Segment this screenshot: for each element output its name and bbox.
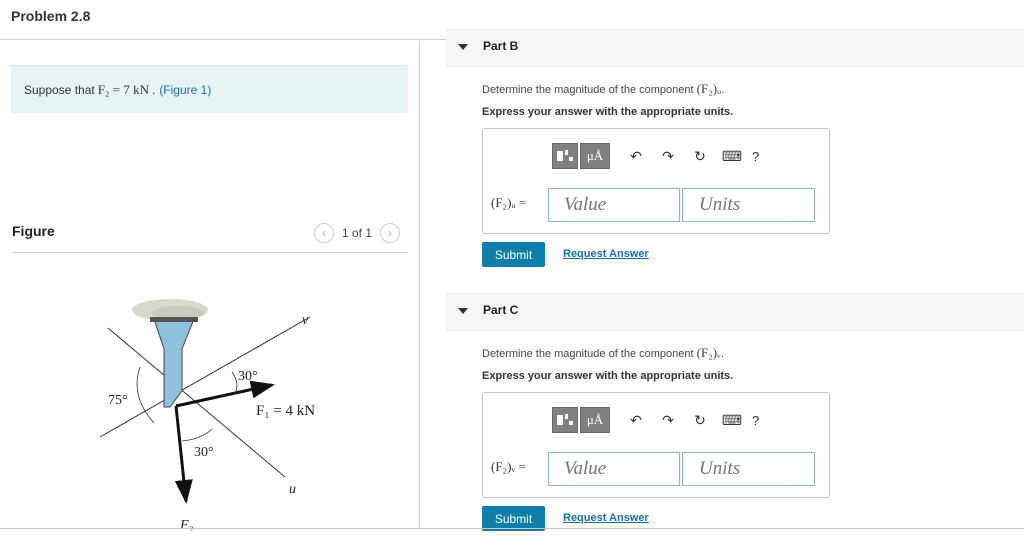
part-c-instruction: Express your answer with the appropriate… [482, 370, 734, 382]
keyboard-icon[interactable]: ⌨ [716, 148, 748, 165]
chevron-right-icon[interactable]: › [380, 223, 401, 243]
part-c-toolbar: μÅ ↶ ↷ ↻ ⌨ ? [552, 407, 759, 433]
statement-prefix: Suppose that [24, 82, 95, 97]
figure-divider [11, 252, 408, 253]
part-c-question: Determine the magnitude of the component… [482, 345, 724, 361]
part-b-field-label: (F₂)ᵤ = [491, 195, 527, 210]
left-panel: Suppose that F₂ = 7 kN . (Figure 1) Figu… [0, 41, 420, 531]
v-axis-line [99, 316, 311, 438]
part-c-header[interactable]: Part C [446, 292, 1024, 332]
part-c-question-math: (F₂)ᵥ [696, 345, 721, 360]
part-c-field-label: (F₂)ᵥ = [491, 459, 526, 474]
help-icon[interactable]: ? [752, 149, 759, 164]
figure-link[interactable]: (Figure 1) [159, 83, 211, 97]
support-bracket [153, 318, 195, 408]
part-b-header[interactable]: Part B [446, 28, 1024, 68]
figure-page-indicator: 1 of 1 [342, 226, 373, 240]
angle-arc-30-top [231, 371, 238, 395]
part-c-units-input[interactable] [682, 452, 815, 486]
caret-down-icon[interactable] [458, 308, 468, 314]
part-b-title: Part B [483, 39, 519, 53]
caret-down-icon[interactable] [458, 44, 468, 50]
part-c-title: Part C [483, 303, 519, 317]
angle-label-30-bottom: 30° [194, 445, 214, 460]
f1-label: F₁ = 4 kN [256, 403, 315, 419]
help-icon[interactable]: ? [752, 413, 759, 428]
force-diagram: v u 75° 30° 30° F₁ = 4 kN F₂ [99, 299, 315, 531]
part-b-request-answer-link[interactable]: Request Answer [563, 248, 649, 260]
mu-angstrom-icon[interactable]: μÅ [580, 143, 610, 169]
problem-statement: Suppose that F₂ = 7 kN . (Figure 1) [11, 65, 408, 113]
templates-icon[interactable] [552, 143, 578, 169]
part-c-value-input[interactable] [548, 452, 680, 486]
part-b-value-input[interactable] [548, 188, 680, 222]
figure-heading: Figure [12, 223, 55, 239]
part-b-question-suffix: . [721, 84, 725, 96]
angle-label-30-top: 30° [238, 369, 258, 384]
bottom-divider [0, 528, 1024, 529]
part-c-question-suffix: . [720, 348, 724, 360]
part-b-answer-box: μÅ ↶ ↷ ↻ ⌨ ? (F₂)ᵤ = [482, 128, 830, 234]
mu-angstrom-icon[interactable]: μÅ [580, 407, 610, 433]
reset-icon[interactable]: ↻ [684, 412, 716, 429]
part-c-answer-box: μÅ ↶ ↷ ↻ ⌨ ? (F₂)ᵥ = [482, 392, 830, 498]
statement-math: F₂ = 7 kN [97, 81, 149, 97]
templates-icon[interactable] [552, 407, 578, 433]
f2-label: F₂ [179, 518, 194, 531]
part-b-question: Determine the magnitude of the component… [482, 81, 724, 97]
chevron-left-icon[interactable]: ‹ [314, 223, 334, 243]
part-c-request-answer-link[interactable]: Request Answer [563, 512, 649, 524]
part-b-question-math: (F₂)ᵤ [696, 81, 722, 96]
part-b-submit-button[interactable]: Submit [482, 242, 545, 267]
u-axis-label: u [289, 482, 296, 497]
support-plate [150, 317, 198, 322]
undo-icon[interactable]: ↶ [620, 412, 652, 429]
part-b-question-text: Determine the magnitude of the component [482, 84, 694, 96]
undo-icon[interactable]: ↶ [620, 148, 652, 165]
reset-icon[interactable]: ↻ [684, 148, 716, 165]
angle-arc-30-bottom [181, 428, 213, 442]
redo-icon[interactable]: ↷ [652, 412, 684, 429]
angle-label-75: 75° [108, 393, 128, 408]
figure-pagination: ‹ 1 of 1 › [314, 223, 401, 243]
redo-icon[interactable]: ↷ [652, 148, 684, 165]
keyboard-icon[interactable]: ⌨ [716, 412, 748, 429]
f2-arrow [174, 405, 193, 504]
part-b-units-input[interactable] [682, 188, 815, 222]
statement-period: . [151, 82, 156, 97]
problem-title: Problem 2.8 [11, 8, 91, 24]
part-b-instruction: Express your answer with the appropriate… [482, 106, 734, 118]
v-axis-label: v [302, 313, 309, 328]
part-c-question-text: Determine the magnitude of the component [482, 348, 694, 360]
part-b-toolbar: μÅ ↶ ↷ ↻ ⌨ ? [552, 143, 759, 169]
